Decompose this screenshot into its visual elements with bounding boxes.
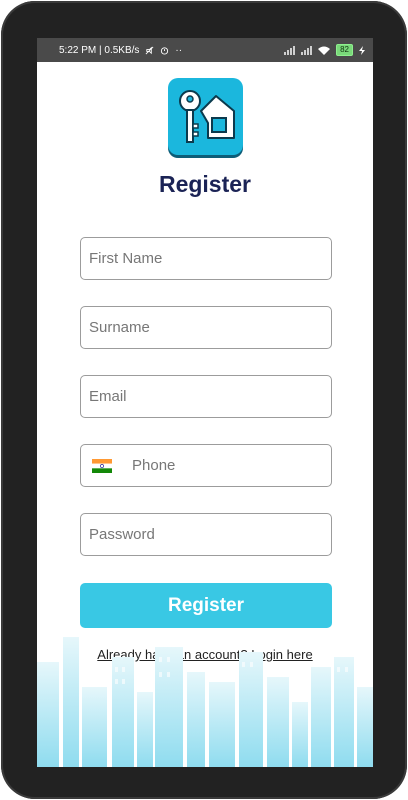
password-input[interactable] bbox=[89, 514, 331, 555]
first-name-input[interactable] bbox=[89, 238, 331, 279]
wifi-icon bbox=[318, 46, 331, 55]
key-house-logo-icon bbox=[168, 78, 243, 155]
surname-field[interactable] bbox=[80, 306, 332, 349]
phone-field[interactable] bbox=[80, 444, 332, 487]
phone-frame: 5:22 PM | 0.5KB/s ·· 82 Register First N… bbox=[1, 1, 407, 799]
phone-input[interactable] bbox=[132, 445, 331, 486]
mute-icon bbox=[146, 46, 154, 54]
alarm-icon bbox=[161, 46, 169, 55]
signal-2-icon bbox=[301, 45, 313, 55]
city-skyline-background bbox=[37, 637, 373, 767]
app-screen: 5:22 PM | 0.5KB/s ·· 82 Register First N… bbox=[37, 38, 373, 767]
more-notifications-icon: ·· bbox=[175, 44, 183, 56]
password-field[interactable] bbox=[80, 513, 332, 556]
status-bar: 5:22 PM | 0.5KB/s ·· 82 bbox=[37, 38, 373, 62]
battery-indicator: 82 bbox=[336, 44, 353, 56]
india-flag-icon[interactable] bbox=[92, 458, 112, 473]
page-title: Register bbox=[158, 171, 252, 197]
surname-input[interactable] bbox=[89, 307, 331, 348]
charging-icon bbox=[359, 45, 365, 55]
email-input[interactable] bbox=[89, 376, 331, 417]
email-field[interactable] bbox=[80, 375, 332, 418]
status-time: 5:22 PM | 0.5KB/s bbox=[59, 44, 140, 56]
signal-icon bbox=[284, 45, 296, 55]
first-name-field[interactable] bbox=[80, 237, 332, 280]
